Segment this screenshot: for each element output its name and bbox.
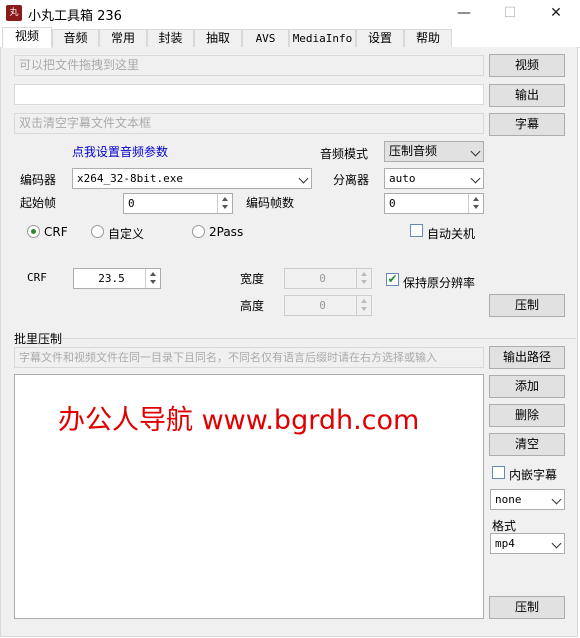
embed-subtitle-label: 内嵌字幕 [509,468,558,482]
subtitle-lang-select[interactable]: none [490,489,565,510]
output-field[interactable] [14,84,484,105]
keep-resolution-checkbox[interactable]: ✔ [386,273,399,286]
minimize-button[interactable]: — [441,0,487,27]
tab-help[interactable]: 帮助 [404,29,452,47]
encode-frames-value: 0 [389,197,396,210]
chevron-down-icon [551,538,562,549]
crf-value: 23.5 [98,272,125,285]
embed-subtitle-checkbox[interactable] [492,466,505,479]
video-button[interactable]: 视频 [489,54,565,77]
keep-resolution-label: 保持原分辨率 [403,276,476,290]
subtitle-field[interactable]: 双击清空字幕文件文本框 [14,113,484,134]
maximize-button[interactable]: ☐ [487,0,533,27]
format-value: mp4 [495,537,515,550]
tab-video[interactable]: 视频 [2,27,52,48]
tab-extract[interactable]: 抽取 [194,29,242,47]
batch-encode-button[interactable]: 压制 [489,596,565,619]
splitter-label: 分离器 [333,173,370,187]
width-spinner[interactable]: 0 [284,268,372,289]
width-value: 0 [319,272,326,285]
batch-hint-field[interactable]: 字幕文件和视频文件在同一目录下且同名，不同名仅有语言后缀时请在右方选择或输入 [14,347,484,368]
subtitle-lang-value: none [495,493,522,506]
auto-shutdown-label: 自动关机 [427,227,476,241]
encode-frames-spinner[interactable]: 0 [384,193,484,214]
audio-mode-label: 音频模式 [320,147,369,161]
subtitle-button[interactable]: 字幕 [489,113,565,136]
output-button[interactable]: 输出 [489,84,565,107]
batch-section-label: 批里压制 [14,332,63,346]
audio-mode-value: 压制音频 [389,144,438,158]
tab-common[interactable]: 常用 [99,29,147,47]
tab-mediainfo[interactable]: MediaInfo [289,29,356,47]
chevron-down-icon [470,146,481,157]
encode-frames-label: 编码帧数 [246,196,295,210]
spinner-arrows-icon[interactable] [468,194,483,213]
spinner-arrows-icon[interactable] [145,269,160,288]
output-path-button[interactable]: 输出路径 [489,346,565,369]
audio-params-link[interactable]: 点我设置音频参数 [72,143,168,160]
chevron-down-icon [470,173,481,184]
crf-spinner[interactable]: 23.5 [73,268,161,289]
format-select[interactable]: mp4 [490,533,565,554]
delete-button[interactable]: 删除 [489,404,565,427]
spinner-arrows-icon[interactable] [356,269,371,288]
encoder-value: x264_32-8bit.exe [77,172,183,185]
format-label: 格式 [492,519,517,533]
spinner-arrows-icon[interactable] [217,194,232,213]
add-button[interactable]: 添加 [489,375,565,398]
clear-button[interactable]: 清空 [489,433,565,456]
tab-audio[interactable]: 音频 [52,29,99,47]
tab-avs[interactable]: AVS [242,29,289,47]
encoder-select[interactable]: x264_32-8bit.exe [72,168,312,189]
chevron-down-icon [551,494,562,505]
crf-radio[interactable] [27,225,40,238]
height-label: 高度 [240,299,265,313]
app-icon: 丸 [6,5,22,21]
encoder-label: 编码器 [20,173,57,187]
crf-label: CRF [27,271,47,284]
close-button[interactable]: ✕ [533,0,579,27]
window-title: 小丸工具箱 236 [28,9,122,24]
tab-settings[interactable]: 设置 [356,29,404,47]
splitter-select[interactable]: auto [384,168,484,189]
tab-mux[interactable]: 封装 [147,29,194,47]
start-frame-label: 起始帧 [20,196,57,210]
start-frame-value: 0 [128,197,135,210]
width-label: 宽度 [240,272,265,286]
video-input-field[interactable]: 可以把文件拖拽到这里 [14,55,484,76]
2pass-radio-label: 2Pass [209,225,244,239]
splitter-value: auto [389,172,416,185]
height-value: 0 [319,299,326,312]
auto-shutdown-checkbox[interactable] [410,224,423,237]
start-frame-spinner[interactable]: 0 [123,193,233,214]
audio-mode-select[interactable]: 压制音频 [384,141,484,162]
watermark-text: 办公人导航 www.bgrdh.com [58,405,420,436]
encode-button[interactable]: 压制 [489,294,565,317]
crf-radio-label: CRF [44,225,68,239]
batch-divider [62,338,576,339]
2pass-radio[interactable] [192,225,205,238]
spinner-arrows-icon[interactable] [356,296,371,315]
custom-radio-label: 自定义 [108,227,145,241]
custom-radio[interactable] [91,225,104,238]
height-spinner[interactable]: 0 [284,295,372,316]
chevron-down-icon [298,173,309,184]
